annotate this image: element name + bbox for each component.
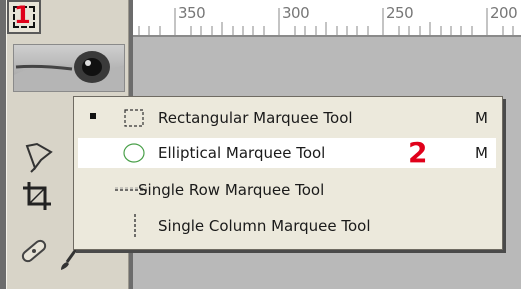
ruler-label: 200 bbox=[490, 4, 518, 22]
horizontal-ruler: 350 300 250 200 bbox=[133, 0, 521, 37]
active-tool-bullet bbox=[90, 113, 96, 119]
ruler-label: 250 bbox=[386, 4, 414, 22]
healing-brush-tool-button[interactable] bbox=[17, 234, 55, 268]
rect-marquee-icon bbox=[124, 109, 144, 127]
single-column-icon bbox=[134, 214, 136, 238]
menu-item-rectangular-marquee[interactable]: Rectangular Marquee Tool M bbox=[78, 103, 496, 133]
healing-brush-icon bbox=[21, 239, 47, 263]
crop-icon bbox=[23, 182, 51, 210]
menu-item-label: Elliptical Marquee Tool bbox=[158, 144, 326, 162]
shortcut-key: M bbox=[475, 109, 488, 127]
menu-item-single-column-marquee[interactable]: Single Column Marquee Tool bbox=[78, 211, 496, 241]
lasso-icon bbox=[25, 142, 53, 173]
crop-tool-button[interactable] bbox=[21, 180, 59, 214]
shortcut-key: M bbox=[475, 144, 488, 162]
menu-item-label: Rectangular Marquee Tool bbox=[158, 109, 353, 127]
marquee-tool-flyout-menu: Rectangular Marquee Tool M Elliptical Ma… bbox=[73, 96, 503, 250]
menu-item-label: Single Row Marquee Tool bbox=[138, 181, 325, 199]
menu-item-single-row-marquee[interactable]: Single Row Marquee Tool bbox=[78, 175, 496, 205]
lasso-tool-button[interactable] bbox=[21, 140, 59, 174]
annotation-number-1: 1 bbox=[14, 1, 31, 29]
ruler-label: 300 bbox=[282, 4, 310, 22]
eye-logo-icon[interactable] bbox=[13, 44, 125, 92]
ellipse-marquee-icon bbox=[123, 143, 145, 163]
marquee-tool-button[interactable]: 1 bbox=[7, 0, 41, 34]
menu-item-label: Single Column Marquee Tool bbox=[158, 217, 371, 235]
annotation-number-2: 2 bbox=[408, 136, 428, 169]
menu-item-elliptical-marquee[interactable]: Elliptical Marquee Tool 2 M bbox=[78, 136, 496, 169]
ruler-label: 350 bbox=[178, 4, 206, 22]
